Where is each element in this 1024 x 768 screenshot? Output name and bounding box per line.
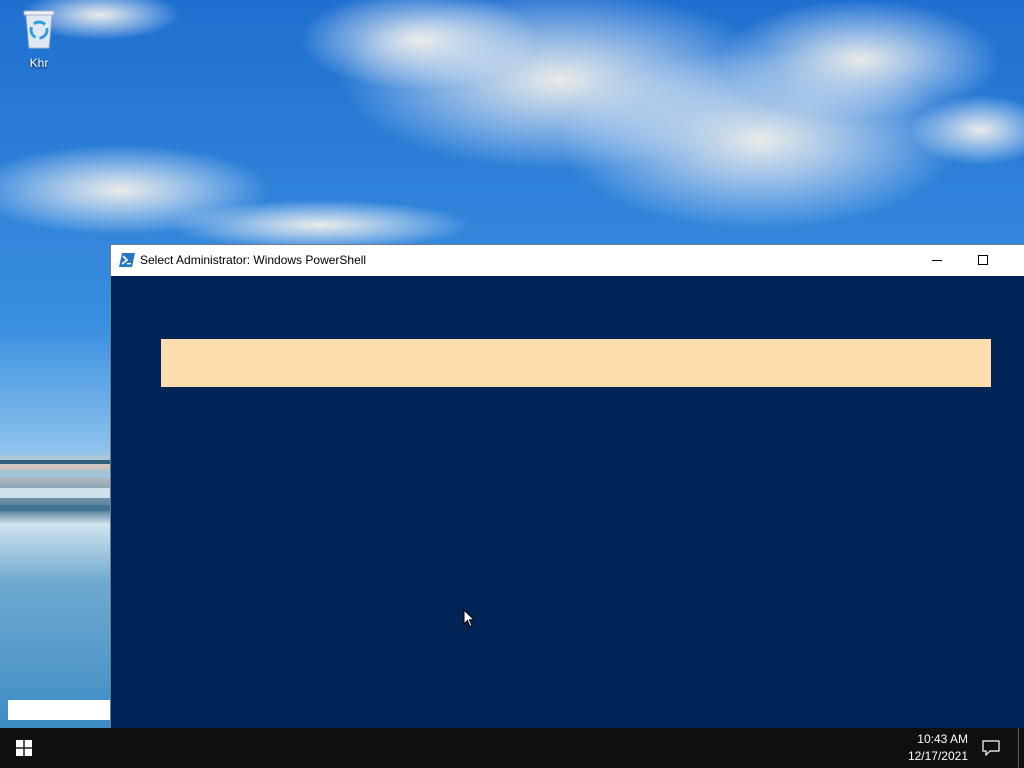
taskbar: 10:43 AM 12/17/2021 <box>0 728 1024 768</box>
minimize-icon <box>932 260 942 261</box>
console-area[interactable] <box>111 276 1024 729</box>
hidden-window-strip[interactable] <box>8 700 110 720</box>
powershell-window[interactable]: Select Administrator: Windows PowerShell <box>110 244 1024 728</box>
windows-logo-icon <box>16 740 32 756</box>
clock-time: 10:43 AM <box>917 732 968 746</box>
clock-date: 12/17/2021 <box>907 749 968 763</box>
maximize-button[interactable] <box>960 245 1006 275</box>
action-center-icon <box>982 740 1000 756</box>
desktop-icon-recycle-bin[interactable]: Khr <box>10 8 68 70</box>
mouse-cursor-icon <box>463 609 475 628</box>
window-title: Select Administrator: Windows PowerShell <box>140 253 367 267</box>
desktop: Khr Select Administrator: Windows PowerS… <box>0 0 1024 768</box>
system-clock[interactable]: 10:43 AM 12/17/2021 <box>908 731 968 765</box>
powershell-icon <box>119 253 135 267</box>
show-desktop-button[interactable] <box>1018 728 1024 768</box>
recycle-bin-icon <box>23 10 55 49</box>
close-button[interactable] <box>1006 245 1024 275</box>
action-center-button[interactable] <box>970 728 1012 768</box>
progress-banner <box>161 339 991 387</box>
minimize-button[interactable] <box>914 245 960 275</box>
start-button[interactable] <box>0 728 48 768</box>
window-titlebar[interactable]: Select Administrator: Windows PowerShell <box>111 245 1024 276</box>
maximize-icon <box>978 255 988 265</box>
desktop-icon-label: Khr <box>29 56 49 70</box>
